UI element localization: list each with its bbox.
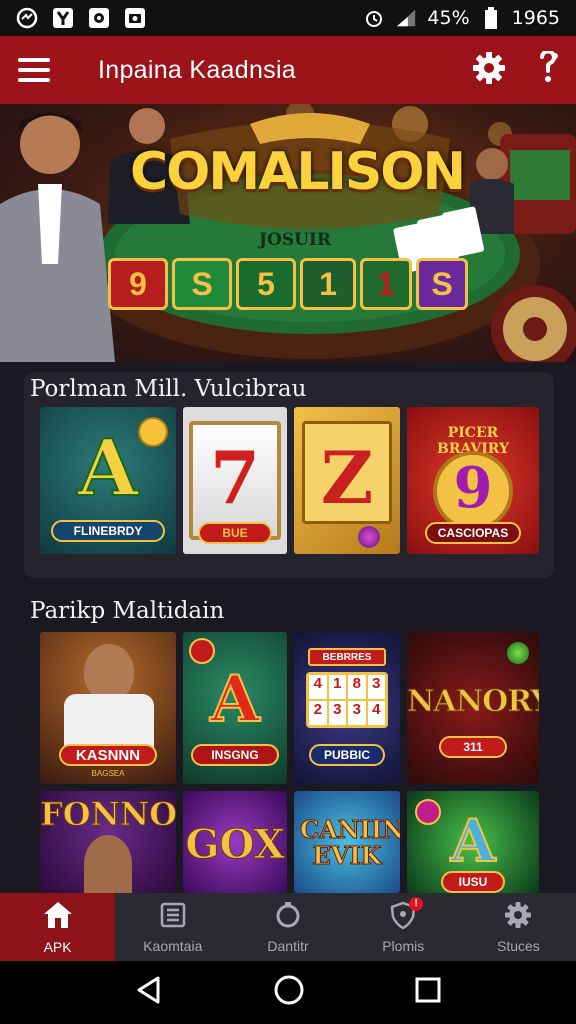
slot-cell: 8 — [348, 675, 366, 699]
game-tile[interactable]: BEBRRES 4 1 8 3 2 3 3 4 PUBBIC — [294, 632, 400, 784]
game-tile[interactable]: CANIIN EVIK — [294, 791, 400, 893]
home-icon — [42, 900, 74, 933]
slot-cell: 3 — [367, 675, 385, 699]
game-tile[interactable]: NANORY 311 — [407, 632, 539, 784]
alert-icon[interactable] — [536, 48, 558, 90]
section-title-popular: Parikp Maltidain — [30, 598, 225, 624]
nav-item-plomis[interactable]: ! Plomis — [346, 893, 461, 961]
camera-icon — [124, 7, 146, 29]
alarm-icon — [363, 7, 385, 29]
clock: 1965 — [511, 7, 560, 29]
signal-icon — [395, 7, 417, 29]
person-avatar — [84, 835, 132, 893]
slot-cell: 4 — [367, 701, 385, 725]
reel-symbol: S — [416, 258, 468, 310]
hero-sub-text: JOSUIR — [258, 230, 332, 250]
tile-symbol: NANORY — [407, 684, 539, 720]
app-title: Inpaina Kaadnsia — [98, 55, 297, 84]
game-tile[interactable]: FONNO — [40, 791, 176, 893]
reel-symbol: 1 — [360, 258, 412, 310]
tile-badge: INSGNG — [191, 744, 279, 766]
game-tile[interactable]: KASNNN BAGSEA — [40, 632, 176, 784]
person-avatar — [84, 644, 134, 700]
slot-cell: 3 — [328, 701, 346, 725]
gear-icon[interactable] — [472, 51, 506, 90]
nav-item-dantitr[interactable]: Dantitr — [230, 893, 345, 961]
battery-icon — [480, 7, 502, 29]
tile-badge: BUE — [197, 522, 273, 544]
gear-icon — [504, 901, 532, 932]
recents-icon[interactable] — [414, 976, 442, 1009]
game-tile[interactable]: GOX — [183, 791, 287, 893]
nav-label: Kaomtaia — [143, 937, 203, 954]
status-bar: 45% 1965 — [0, 0, 576, 36]
notification-badge: ! — [409, 896, 424, 911]
tile-top-text: BEBRRES — [308, 648, 386, 666]
hero-reels: 9 S 5 1 1 S — [108, 258, 468, 310]
gem-icon — [507, 642, 529, 664]
tile-badge: KASNNN — [59, 744, 157, 766]
timer-icon — [274, 901, 302, 932]
chat-icon — [16, 7, 38, 29]
hamburger-menu-icon[interactable] — [18, 58, 50, 82]
nav-label: Dantitr — [267, 937, 309, 954]
reel-symbol: S — [172, 258, 232, 310]
shield-icon: ! — [389, 896, 424, 932]
battery-percent: 45% — [427, 7, 470, 29]
tile-symbol: A — [209, 661, 261, 738]
tile-badge: PUBBIC — [308, 744, 386, 766]
nav-label: Plomis — [382, 937, 425, 954]
hero-banner[interactable]: COMALISON JOSUIR 9 S 5 1 1 S — [0, 104, 576, 362]
game-tile[interactable]: Z — [294, 407, 400, 554]
nav-item-stuces[interactable]: Stuces — [461, 893, 576, 961]
circle-app-icon — [88, 7, 110, 29]
tile-badge: CASCIOPAS — [425, 522, 521, 544]
tile-sub-text: BAGSEA — [91, 769, 125, 778]
tile-badge: FLINEBRDY — [50, 520, 166, 542]
bottom-navigation: APK Kaomtaia Dantitr ! Plomis Stuces — [0, 893, 576, 961]
reel-symbol: 5 — [236, 258, 296, 310]
hero-logo-text: COMALISON — [130, 142, 466, 202]
home-circle-icon[interactable] — [273, 974, 305, 1011]
tile-symbol: 7 — [209, 435, 261, 520]
system-navigation-bar — [0, 961, 576, 1024]
section-title-featured: Porlman Mill. Vulcibrau — [30, 376, 307, 402]
slot-cell: 4 — [309, 675, 327, 699]
y-app-icon — [52, 7, 74, 29]
game-tile[interactable]: A FLINEBRDY — [40, 407, 176, 554]
app-bar: Inpaina Kaadnsia — [0, 36, 576, 104]
tile-symbol: FONNO — [40, 795, 176, 834]
game-tile[interactable]: A INSGNG — [183, 632, 287, 784]
gem-icon — [358, 526, 380, 548]
reel-symbol: 1 — [300, 258, 356, 310]
back-icon[interactable] — [134, 975, 164, 1010]
nav-label: APK — [43, 938, 72, 955]
nav-item-kaomtaia[interactable]: Kaomtaia — [115, 893, 230, 961]
tile-symbol: GOX — [185, 821, 285, 869]
list-icon — [159, 901, 187, 932]
tile-symbol: CANIIN EVIK — [300, 815, 401, 870]
coin-icon — [189, 638, 215, 664]
nav-label: Stuces — [497, 937, 540, 954]
slot-grid: 4 1 8 3 2 3 3 4 — [306, 672, 388, 728]
coin-icon — [138, 417, 168, 447]
tile-badge: 311 — [438, 736, 508, 758]
slot-cell: 1 — [328, 675, 346, 699]
game-tile[interactable]: A IUSU — [407, 791, 539, 893]
tile-symbol: Z — [320, 435, 374, 520]
nav-item-apk[interactable]: APK — [0, 893, 116, 961]
slot-cell: 3 — [348, 701, 366, 725]
tile-badge: IUSU — [441, 871, 505, 893]
tile-symbol: A — [449, 806, 496, 876]
game-tile[interactable]: PICER BRAVIRY 9 CASCIOPAS — [407, 407, 539, 554]
game-tile[interactable]: 7 BUE — [183, 407, 287, 554]
slot-cell: 2 — [309, 701, 327, 725]
tile-symbol: 9 — [453, 455, 493, 521]
reel-symbol: 9 — [108, 258, 168, 310]
